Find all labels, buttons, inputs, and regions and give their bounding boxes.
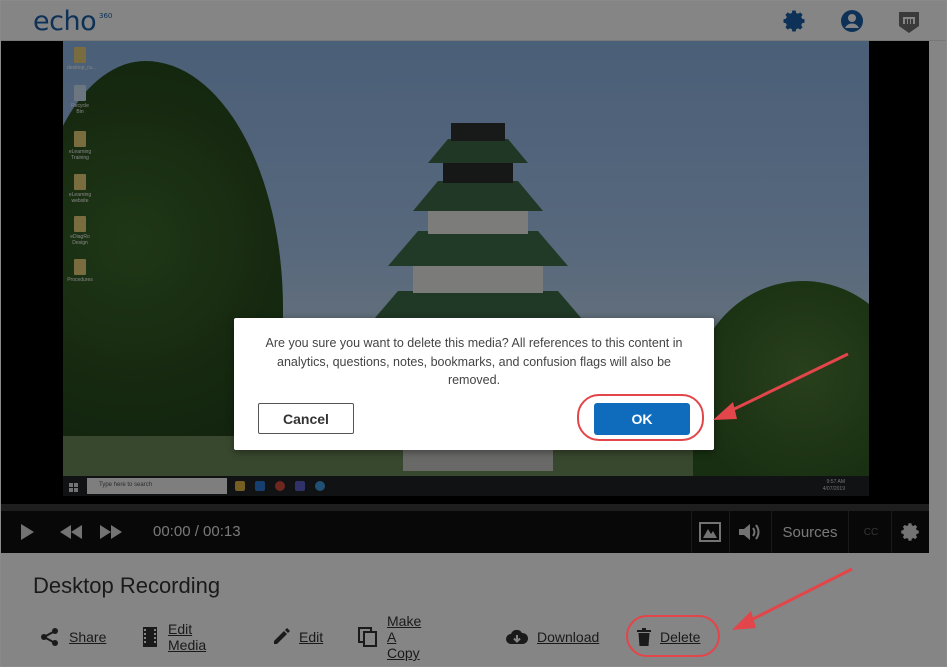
delete-highlight-ring (626, 615, 720, 657)
cancel-button[interactable]: Cancel (258, 403, 354, 434)
dialog-message: Are you sure you want to delete this med… (265, 336, 683, 387)
ok-highlight-ring (577, 394, 704, 441)
